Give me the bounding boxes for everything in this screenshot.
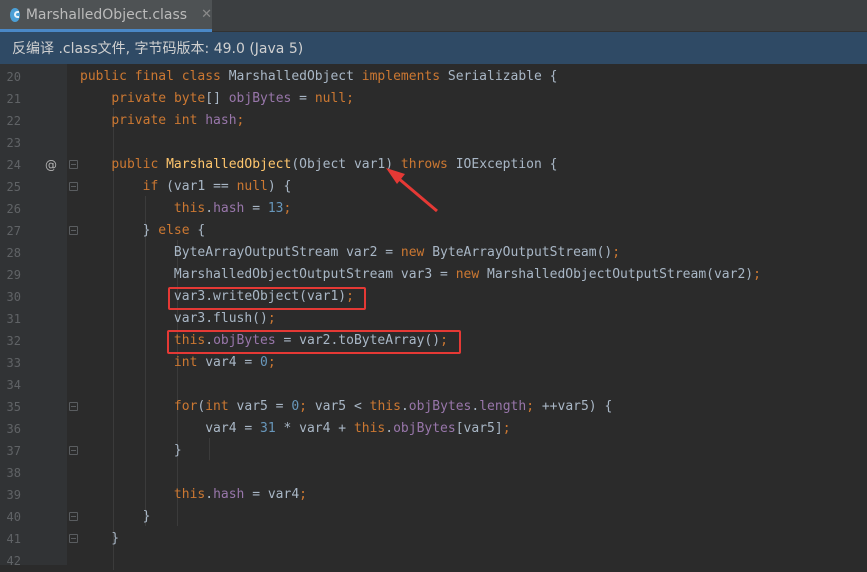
arrow-shaft [397,176,438,213]
annotation-arrow [386,168,438,213]
